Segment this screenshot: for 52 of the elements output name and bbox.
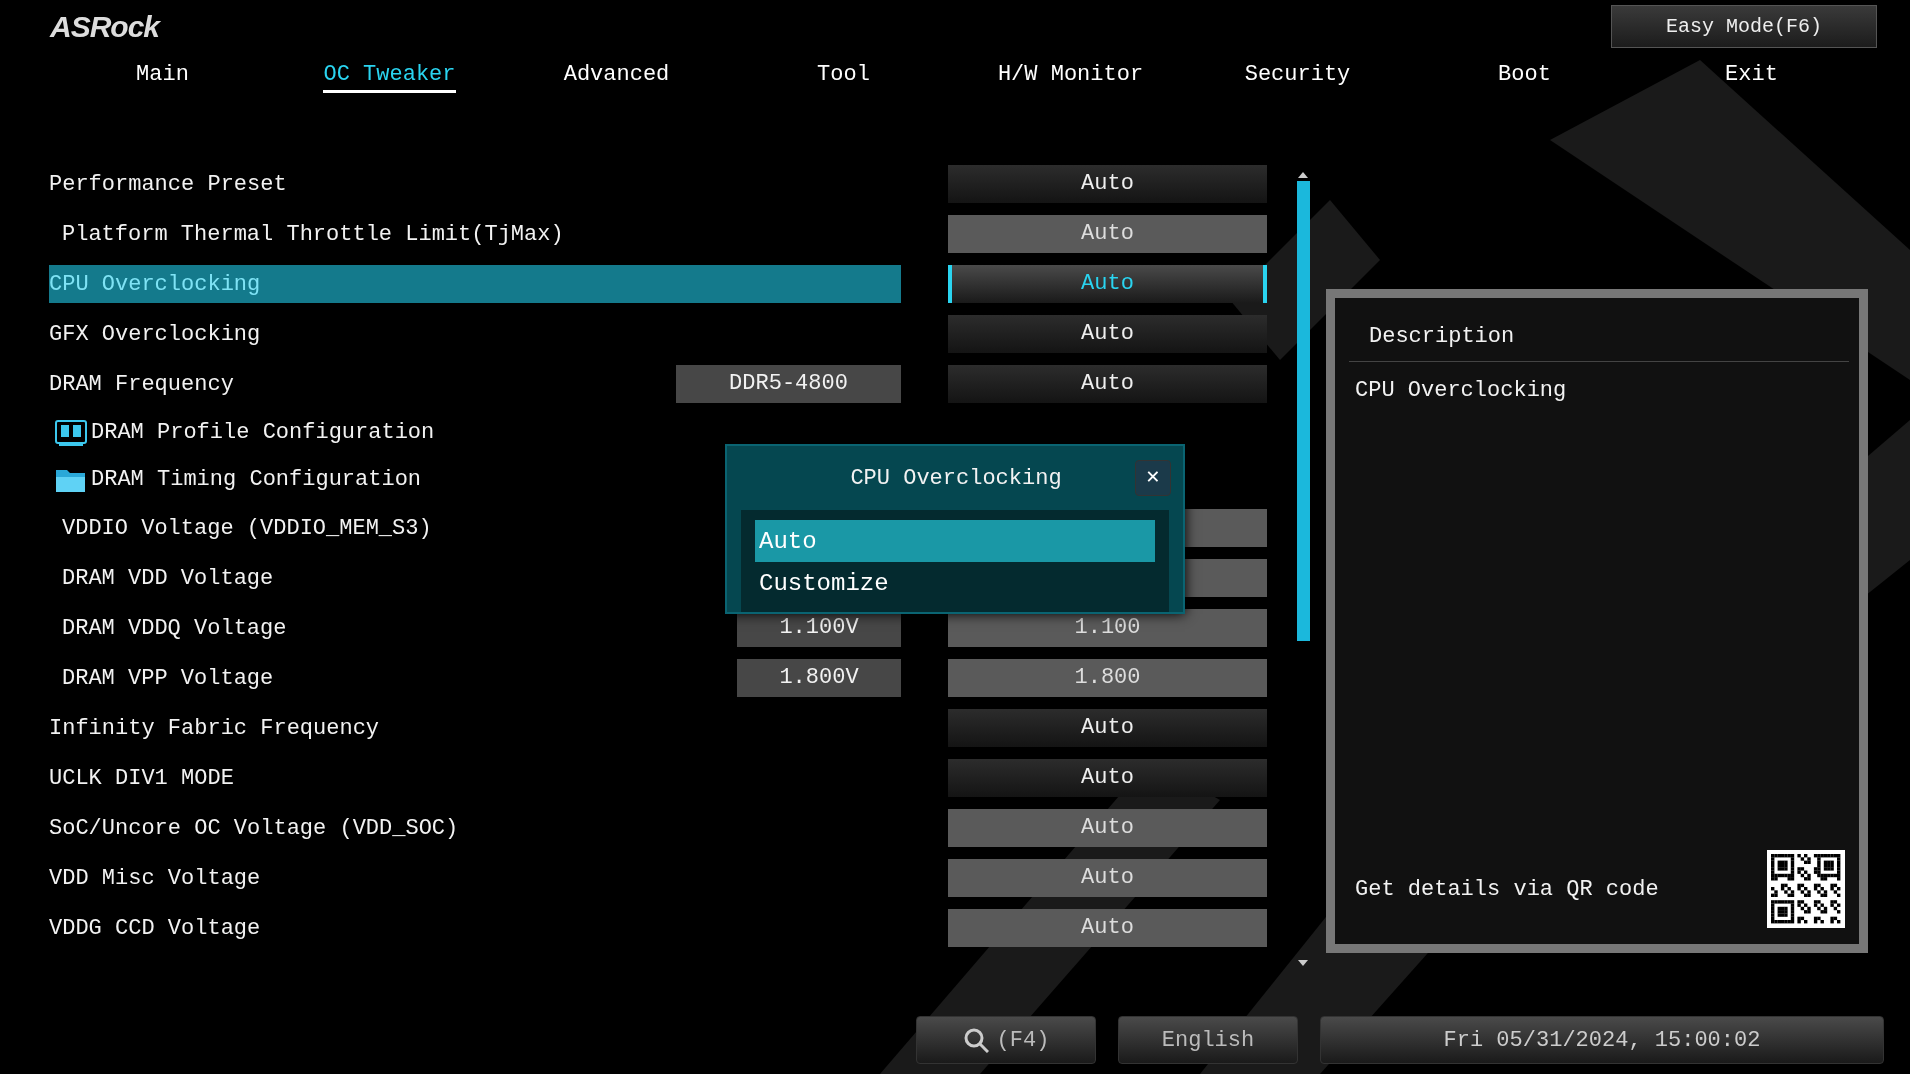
setting-label: VDD Misc Voltage bbox=[49, 864, 261, 893]
menu-tab[interactable]: Advanced bbox=[503, 58, 730, 95]
dropdown-field[interactable]: Auto bbox=[948, 709, 1267, 747]
dropdown-field[interactable]: Auto bbox=[948, 315, 1267, 353]
menu-tab[interactable]: Main bbox=[49, 58, 276, 95]
input-field[interactable]: Auto bbox=[948, 809, 1267, 847]
setting-label: Performance Preset bbox=[49, 170, 287, 199]
panel-title: Description bbox=[1349, 314, 1849, 362]
search-icon bbox=[962, 1027, 989, 1053]
current-value: 1.800V bbox=[737, 659, 901, 697]
setting-label: DRAM VDDQ Voltage bbox=[61, 614, 287, 643]
input-field[interactable]: Auto bbox=[948, 859, 1267, 897]
memory-module-icon bbox=[55, 418, 87, 447]
setting-label: Platform Thermal Throttle Limit(TjMax) bbox=[61, 220, 564, 249]
dropdown-field[interactable]: Auto bbox=[948, 759, 1267, 797]
menu-tab[interactable]: Security bbox=[1184, 58, 1411, 95]
dropdown-field[interactable]: Auto bbox=[948, 265, 1267, 303]
language-button[interactable]: English bbox=[1118, 1016, 1298, 1064]
current-value: DDR5-4800 bbox=[676, 365, 901, 403]
logo: ASRock bbox=[50, 12, 160, 42]
input-field[interactable]: Auto bbox=[948, 909, 1267, 947]
setting-label: UCLK DIV1 MODE bbox=[49, 764, 234, 793]
menu-tab[interactable]: Tool bbox=[730, 58, 957, 95]
close-button[interactable]: ✕ bbox=[1135, 460, 1171, 496]
option-item[interactable]: Customize bbox=[755, 562, 1155, 604]
scrollbar-thumb[interactable] bbox=[1296, 181, 1310, 641]
qr-code-icon bbox=[1767, 850, 1845, 928]
easy-mode-button[interactable]: Easy Mode(F6) bbox=[1611, 5, 1877, 48]
setting-label: DRAM VPP Voltage bbox=[61, 664, 274, 693]
setting-label: VDDIO Voltage (VDDIO_MEM_S3) bbox=[61, 514, 432, 543]
search-button[interactable]: (F4) bbox=[916, 1016, 1096, 1064]
setting-label: VDDG CCD Voltage bbox=[49, 914, 261, 943]
setting-label: DRAM Frequency bbox=[49, 370, 234, 399]
submenu-link[interactable]: DRAM Timing Configuration bbox=[91, 463, 422, 496]
setting-label: SoC/Uncore OC Voltage (VDD_SOC) bbox=[49, 814, 459, 843]
submenu-link[interactable]: DRAM Profile Configuration bbox=[91, 416, 435, 449]
dropdown-field[interactable]: Auto bbox=[948, 365, 1267, 403]
setting-label: CPU Overclocking bbox=[49, 270, 261, 299]
setting-label: DRAM VDD Voltage bbox=[61, 564, 274, 593]
input-field[interactable]: Auto bbox=[948, 215, 1267, 253]
menu-tab[interactable]: Exit bbox=[1638, 58, 1865, 95]
menu-tab[interactable]: OC Tweaker bbox=[276, 58, 503, 95]
input-field[interactable]: 1.800 bbox=[948, 659, 1267, 697]
menu-tab[interactable]: Boot bbox=[1411, 58, 1638, 95]
setting-label: Infinity Fabric Frequency bbox=[49, 714, 380, 743]
dropdown-field[interactable]: Auto bbox=[948, 165, 1267, 203]
date-time: Fri 05/31/2024, 15:00:02 bbox=[1320, 1016, 1884, 1064]
menu-tab[interactable]: H/W Monitor bbox=[957, 58, 1184, 95]
setting-label: GFX Overclocking bbox=[49, 320, 261, 349]
dialog-title: CPU Overclocking bbox=[849, 464, 1062, 493]
description-text: CPU Overclocking bbox=[1355, 377, 1568, 405]
qr-label: Get details via QR code bbox=[1355, 875, 1659, 904]
